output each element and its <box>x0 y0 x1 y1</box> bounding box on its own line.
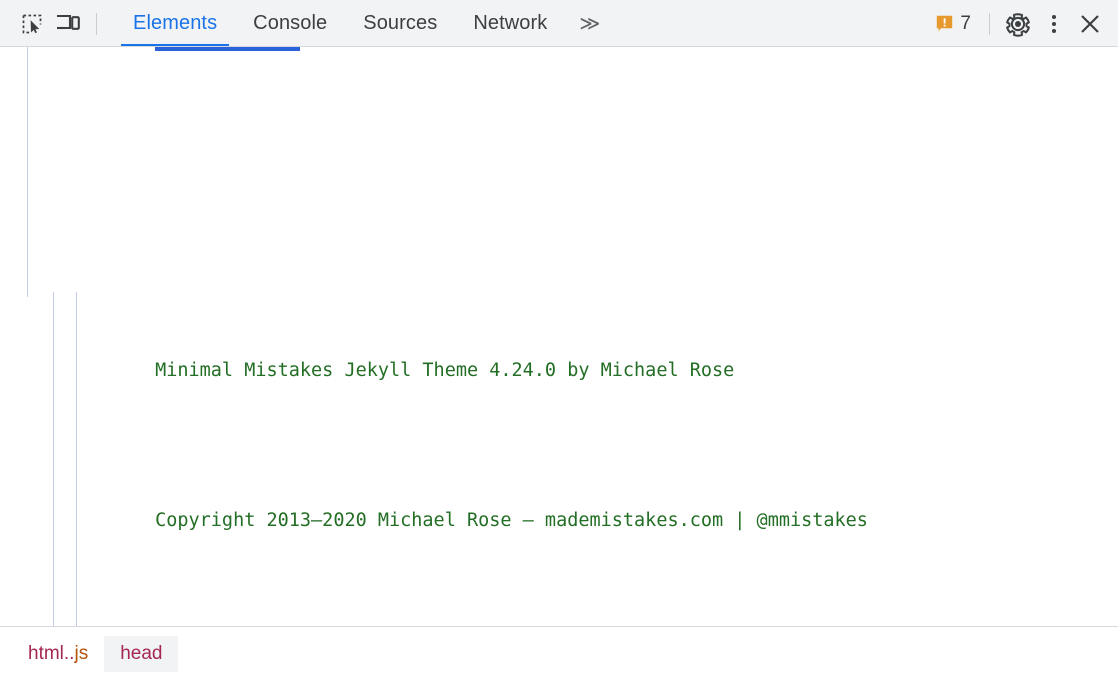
indent-guide <box>53 292 54 626</box>
tab-network[interactable]: Network <box>455 0 565 47</box>
warning-icon <box>936 15 953 32</box>
toolbar-divider-right <box>989 12 990 35</box>
close-icon[interactable] <box>1072 8 1108 40</box>
devtools-window: Elements Console Sources Network ≫ 7 Min… <box>0 0 1118 680</box>
comment-text: Minimal Mistakes Jekyll Theme 4.24.0 by … <box>155 360 735 381</box>
breadcrumb-html-tag: html <box>28 642 64 664</box>
inspect-element-icon[interactable] <box>14 8 50 40</box>
toolbar-divider-left <box>96 12 97 35</box>
devtools-toolbar: Elements Console Sources Network ≫ 7 <box>0 0 1118 47</box>
tab-elements-label: Elements <box>133 12 218 34</box>
dom-tree: Minimal Mistakes Jekyll Theme 4.24.0 by … <box>0 47 1118 626</box>
breadcrumb-item-head[interactable]: head <box>104 635 179 672</box>
gear-icon[interactable] <box>1000 8 1036 40</box>
tab-console-label: Console <box>253 12 328 34</box>
breadcrumb: html..js head <box>0 627 1118 680</box>
panel-tabs: Elements Console Sources Network ≫ <box>115 0 614 47</box>
horizontal-scroll-indicator[interactable] <box>155 47 300 51</box>
tab-sources[interactable]: Sources <box>345 0 455 47</box>
breadcrumb-head-tag: head <box>120 642 163 664</box>
indent-guide <box>27 47 28 297</box>
warning-badge[interactable]: 7 <box>928 13 979 35</box>
tab-network-label: Network <box>473 12 548 34</box>
dom-tree-panel[interactable]: Minimal Mistakes Jekyll Theme 4.24.0 by … <box>0 47 1118 627</box>
breadcrumb-html-class: js <box>74 642 89 664</box>
breadcrumb-html-dots: .. <box>63 642 75 664</box>
more-tabs-label: ≫ <box>579 13 601 35</box>
breadcrumb-item-html[interactable]: html..js <box>12 636 104 672</box>
comment-text: Copyright 2013–2020 Michael Rose – madem… <box>155 510 868 531</box>
warning-count: 7 <box>960 12 971 34</box>
more-tabs-icon[interactable]: ≫ <box>565 0 614 47</box>
indent-guide <box>76 292 77 626</box>
tree-row-comment[interactable]: Copyright 2013–2020 Michael Rose – madem… <box>0 476 1118 566</box>
tree-row-comment[interactable]: Minimal Mistakes Jekyll Theme 4.24.0 by … <box>0 326 1118 416</box>
kebab-menu-icon[interactable] <box>1036 8 1072 40</box>
device-toolbar-icon[interactable] <box>50 8 86 40</box>
tab-elements[interactable]: Elements <box>115 0 235 47</box>
kebab-dots <box>1052 14 1056 33</box>
tab-console[interactable]: Console <box>235 0 345 47</box>
tab-sources-label: Sources <box>363 12 438 34</box>
